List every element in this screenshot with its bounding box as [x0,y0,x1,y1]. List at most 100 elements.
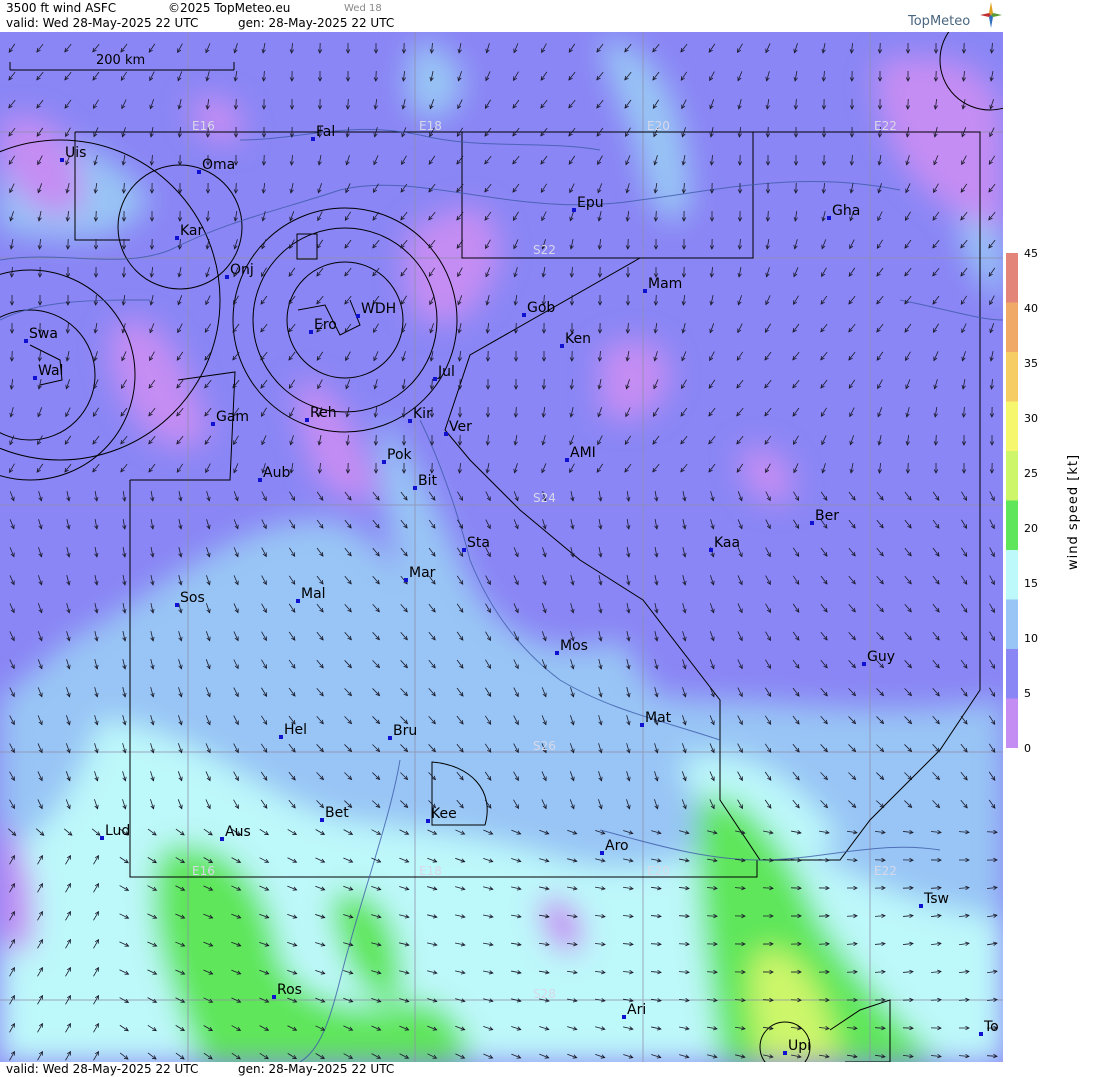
compass-rose-icon [980,2,1002,28]
colorbar-segment [1006,599,1018,650]
place-label: Aro [605,838,629,854]
colorbar-segment [1006,649,1018,699]
colorbar-tick-label: 30 [1024,412,1038,425]
place-marker [272,995,276,999]
colorbar-segment [1006,550,1018,600]
colorbar-segment [1006,302,1018,353]
colorbar-segment [1006,253,1018,303]
place-marker [810,521,814,525]
place-marker [600,851,604,855]
place-marker [643,289,647,293]
legend-title: wind speed [kt] [1066,453,1081,570]
place-label: Gob [527,300,555,316]
place-label: Mos [560,638,588,654]
colorbar-tick-label: 35 [1024,357,1038,370]
wind-map: 200 km E16 E18 E20 E22 E16 E18 E20 E22 S… [0,32,1003,1062]
place-label: Lud [105,823,130,839]
header: 3500 ft wind ASFC ©2025 TopMeteo.eu Wed … [0,0,1003,32]
place-label: Mam [648,276,682,292]
place-marker [783,1051,787,1055]
lat-label-s28: S28 [533,987,556,1001]
lon-label-e18-top: E18 [419,119,442,133]
place-label: Wal [38,363,63,379]
place-marker [462,548,466,552]
place-label: Onj [230,262,254,278]
place-marker [919,904,923,908]
place-label: Upi [788,1038,811,1054]
place-label: Reh [310,405,337,421]
place-label: Ari [627,1002,646,1018]
place-marker [320,818,324,822]
place-marker [413,486,417,490]
place-label: Guy [867,649,895,665]
colorbar-tick-label: 0 [1024,742,1031,755]
place-marker [197,170,201,174]
place-label: Ero [314,317,337,333]
place-marker [258,478,262,482]
colorbar-segment [1006,500,1018,551]
colorbar-segment [1006,352,1018,402]
lat-label-s22: S22 [533,243,556,257]
place-label: Gha [832,203,860,219]
colorbar-tick-label: 15 [1024,577,1038,590]
place-marker [572,208,576,212]
place-label: Ber [815,508,839,524]
product-title: 3500 ft wind ASFC [6,1,117,15]
place-marker [24,339,28,343]
place-marker [555,651,559,655]
place-label: Bet [325,805,349,821]
scale-bar-label: 200 km [96,53,145,68]
colorbar-tick-label: 5 [1024,687,1031,700]
place-marker [175,236,179,240]
colorbar-segment [1006,451,1018,501]
place-label: Kar [180,223,204,239]
footer-generated-time: gen: 28-May-2025 22 UTC [238,1062,395,1076]
footer-valid-time: valid: Wed 28-May-2025 22 UTC [6,1062,199,1076]
place-label: Fal [316,124,335,140]
valid-time: valid: Wed 28-May-2025 22 UTC [6,16,199,30]
colorbar-tick-label: 25 [1024,467,1038,480]
place-label: Jul [437,364,455,380]
place-marker [827,216,831,220]
lon-label-e16-top: E16 [192,119,215,133]
place-marker [382,460,386,464]
generated-time: gen: 28-May-2025 22 UTC [238,16,395,30]
lon-label-e16-bottom: E16 [192,864,215,878]
place-label: Kaa [714,535,740,551]
place-label: Ros [277,982,302,998]
place-marker [433,377,437,381]
place-label: To [983,1019,999,1035]
place-marker [279,735,283,739]
place-marker [225,275,229,279]
day-tab: Wed 18 [344,3,382,14]
place-label: Epu [577,195,604,211]
colorbar-tick-label: 45 [1024,247,1038,260]
place-label: Hel [284,722,307,738]
place-marker [444,432,448,436]
place-marker [60,158,64,162]
place-marker [408,419,412,423]
lon-label-e22-top: E22 [874,119,897,133]
lon-label-e20-bottom: E20 [647,864,670,878]
lon-label-e18-bottom: E18 [419,864,442,878]
place-marker [311,137,315,141]
place-marker [100,836,104,840]
place-label: Gam [216,409,249,425]
lon-label-e20-top: E20 [647,119,670,133]
place-marker [175,603,179,607]
place-marker [709,548,713,552]
colorbar-segment [1006,401,1018,452]
place-marker [979,1032,983,1036]
place-label: Mat [645,710,672,726]
copyright: ©2025 TopMeteo.eu [168,1,291,15]
place-label: Uis [65,145,86,161]
place-label: Sta [467,535,490,551]
colorbar-tick-label: 10 [1024,632,1038,645]
colorbar-tick-label: 20 [1024,522,1038,535]
place-marker [305,418,309,422]
place-label: Aub [263,465,290,481]
place-label: AMI [570,445,596,461]
place-marker [522,313,526,317]
place-marker [33,376,37,380]
place-label: Kir [413,406,432,422]
